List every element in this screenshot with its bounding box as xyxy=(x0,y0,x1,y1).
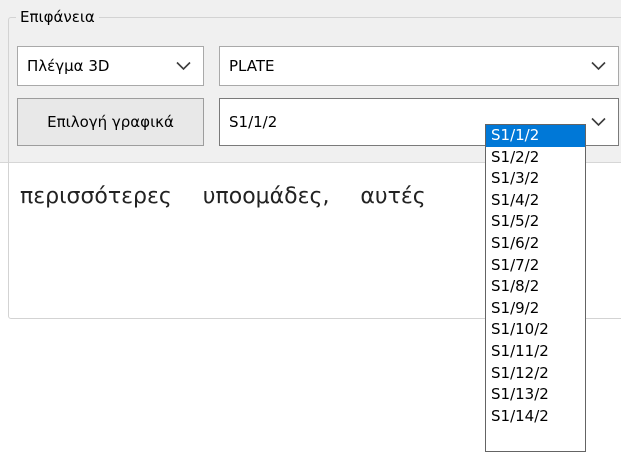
element-type-combo[interactable]: PLATE xyxy=(219,46,619,86)
dropdown-option[interactable]: S1/1/2 xyxy=(486,125,585,147)
dropdown-option[interactable]: S1/12/2 xyxy=(486,363,585,385)
chevron-down-icon xyxy=(591,61,606,71)
dropdown-option[interactable]: S1/14/2 xyxy=(486,406,585,428)
dropdown-option[interactable]: S1/10/2 xyxy=(486,319,585,341)
chevron-down-icon xyxy=(176,61,191,71)
dropdown-option[interactable]: S1/4/2 xyxy=(486,190,585,212)
select-graphically-button[interactable]: Επιλογή γραφικά xyxy=(17,98,204,146)
dropdown-option[interactable]: S1/3/2 xyxy=(486,168,585,190)
dropdown-option[interactable]: S1/5/2 xyxy=(486,211,585,233)
dropdown-option[interactable]: S1/9/2 xyxy=(486,298,585,320)
subgroup-value: S1/1/2 xyxy=(229,113,278,131)
group-title: Επιφάνεια xyxy=(16,7,99,27)
subgroup-dropdown-list[interactable]: S1/1/2 S1/2/2 S1/3/2 S1/4/2 S1/5/2 S1/6/2 S1/7… xyxy=(485,124,586,452)
dropdown-option[interactable]: S1/8/2 xyxy=(486,276,585,298)
dropdown-option[interactable]: S1/13/2 xyxy=(486,384,585,406)
select-graphically-label: Επιλογή γραφικά xyxy=(47,113,174,131)
dropdown-option[interactable]: S1/2/2 xyxy=(486,147,585,169)
chevron-down-icon xyxy=(591,117,606,127)
dropdown-option[interactable]: S1/6/2 xyxy=(486,233,585,255)
dropdown-option[interactable]: S1/7/2 xyxy=(486,255,585,277)
element-type-value: PLATE xyxy=(229,57,275,75)
mesh-type-combo[interactable]: Πλέγμα 3D xyxy=(17,46,204,86)
document-text: περισσότερες υποομάδες, αυτές xyxy=(20,184,426,209)
mesh-type-value: Πλέγμα 3D xyxy=(27,57,110,75)
dropdown-option[interactable]: S1/11/2 xyxy=(486,341,585,363)
